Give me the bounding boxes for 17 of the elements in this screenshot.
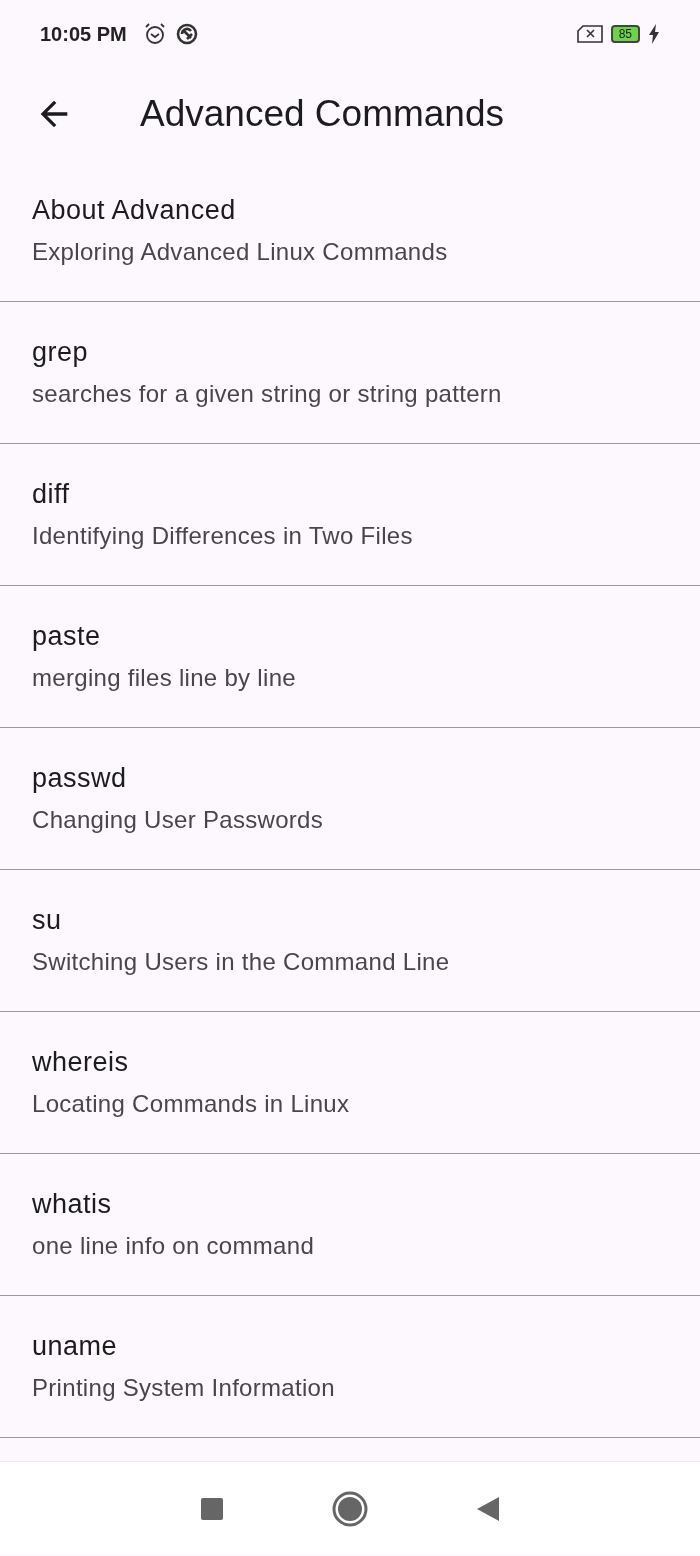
recents-icon[interactable] [200,1496,224,1521]
no-sim-icon [576,25,603,43]
battery-level: 85 [610,25,640,43]
screen-title: Advanced Commands [140,92,505,137]
clock-time: 10:05 PM [40,22,127,47]
list-item[interactable]: whereis Locating Commands in Linux [0,1012,700,1154]
list-item[interactable]: whatis one line info on command [0,1154,700,1296]
list-item[interactable]: passwd Changing User Passwords [0,728,700,870]
list-item[interactable]: su Switching Users in the Command Line [0,870,700,1012]
list-item[interactable]: grep searches for a given string or string pattern [0,302,700,444]
home-icon[interactable] [332,1490,368,1527]
list-item[interactable]: uname Printing System Information [0,1296,700,1438]
back-icon[interactable] [476,1495,500,1522]
charging-icon [648,24,660,44]
list-item[interactable]: About Advanced Exploring Advanced Linux Commands [0,160,700,302]
list-item[interactable]: diff Identifying Differences in Two Files [0,444,700,586]
list-item[interactable]: paste merging files line by line [0,586,700,728]
